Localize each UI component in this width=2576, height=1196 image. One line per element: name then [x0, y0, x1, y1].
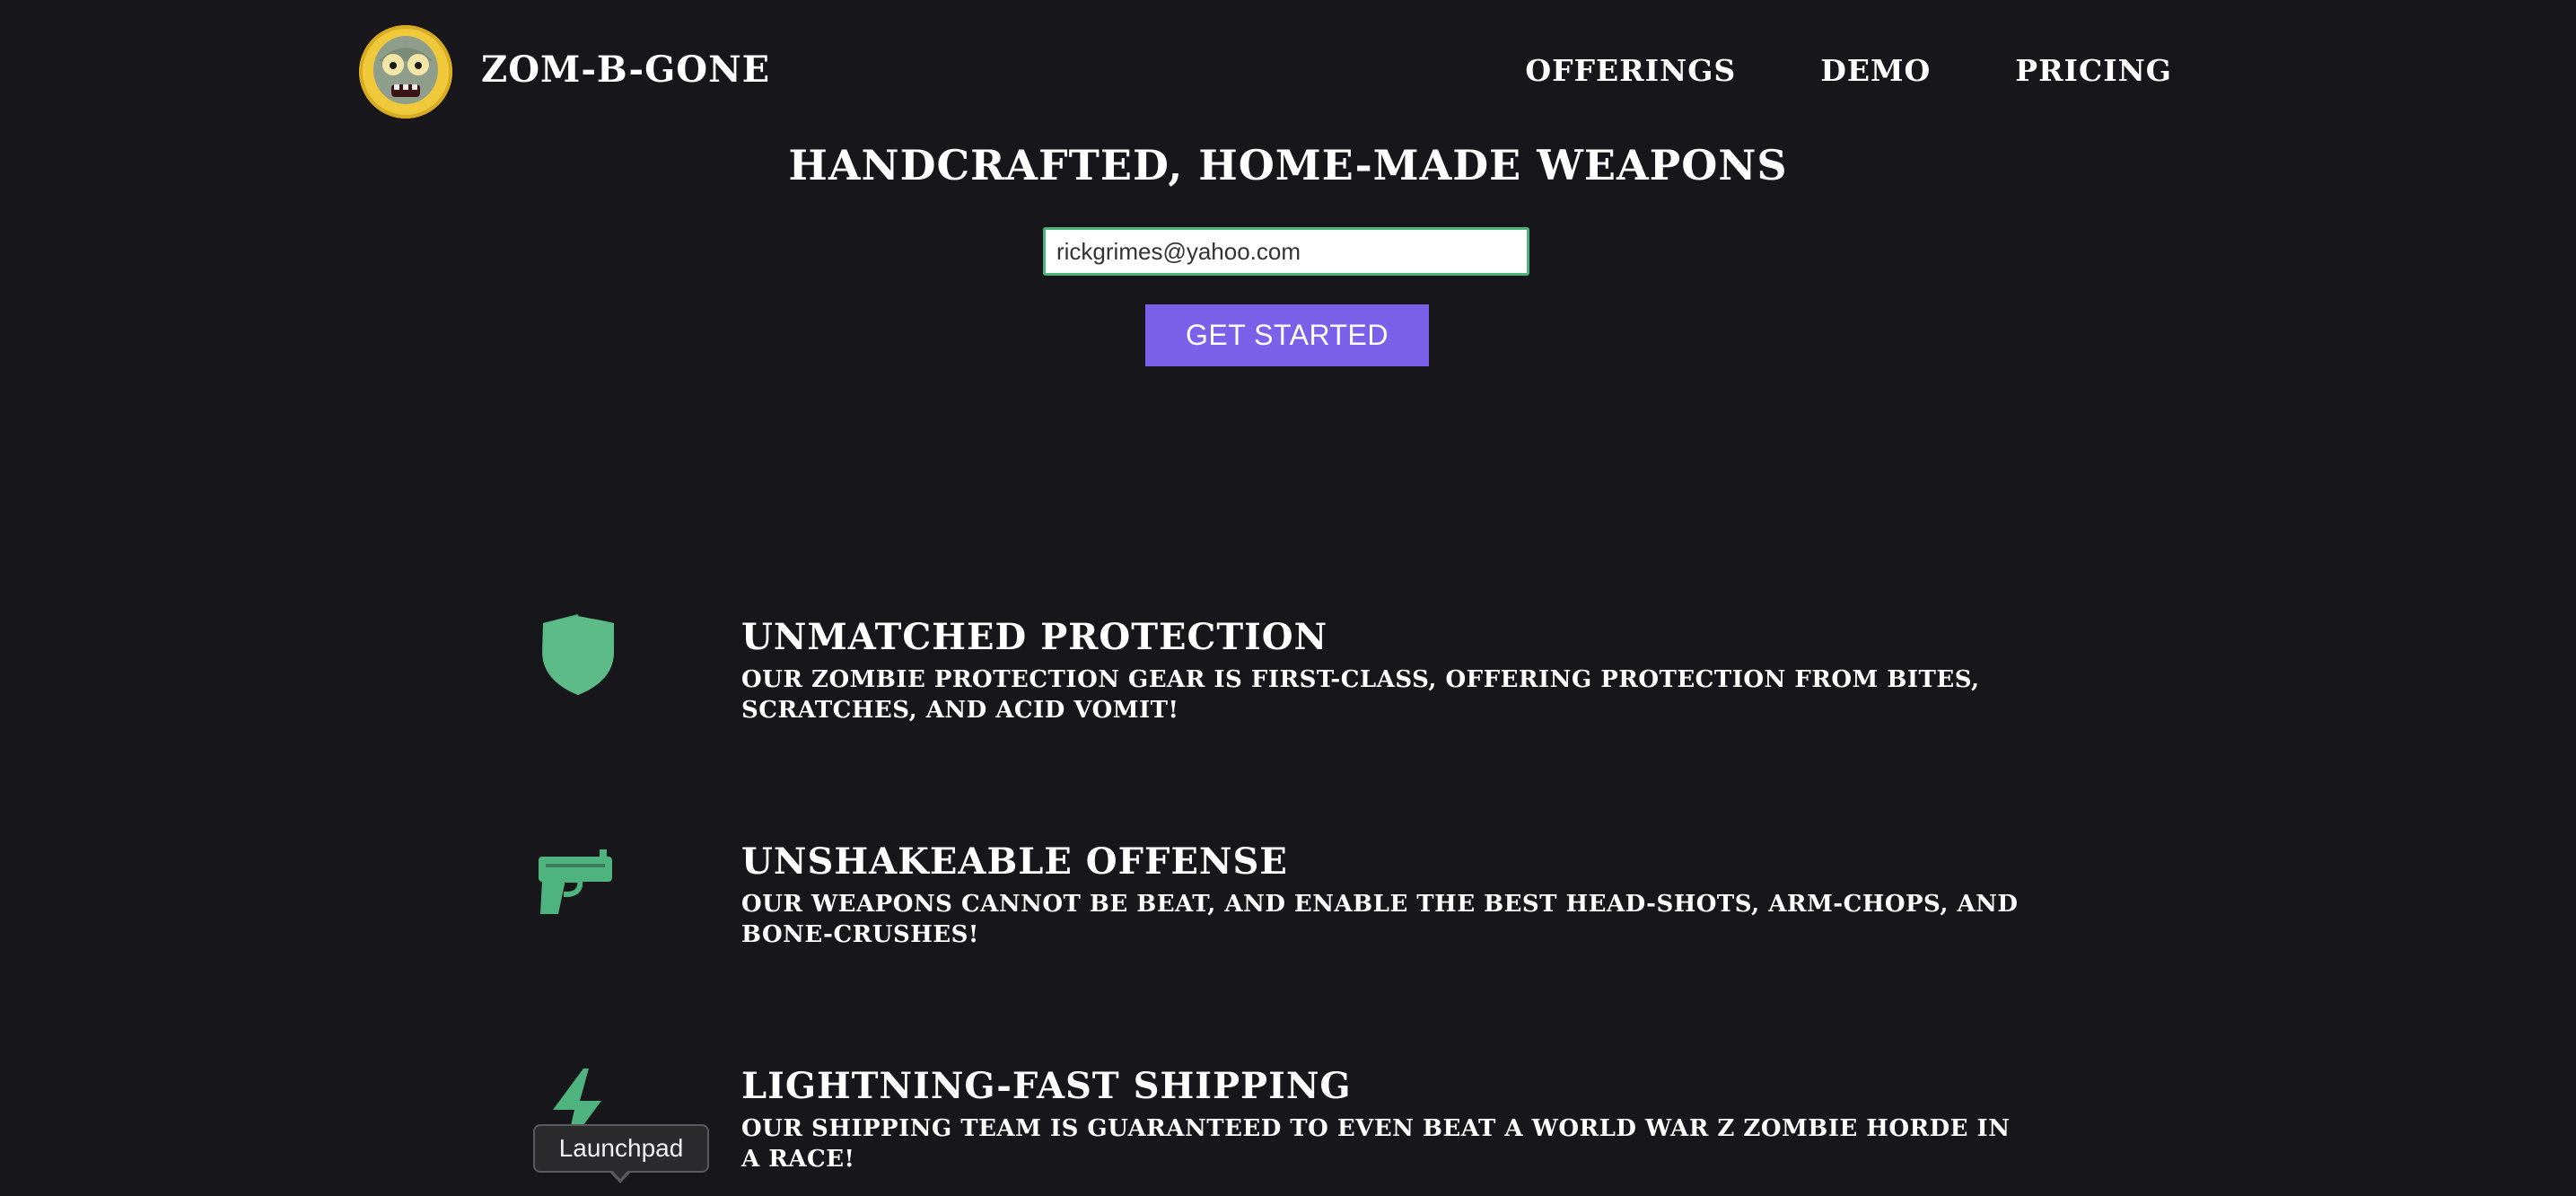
feature-title: UNSHAKEABLE OFFENSE [741, 840, 1288, 883]
email-input[interactable] [1043, 227, 1529, 276]
site-header: ZOM-B-GONE OFFERINGS DEMO PRICING [359, 25, 2172, 119]
feature-offense: UNSHAKEABLE OFFENSE OUR WEAPONS CANNOT B… [530, 839, 2055, 982]
nav-offerings[interactable]: OFFERINGS [1525, 47, 1736, 95]
shield-icon [530, 614, 628, 704]
hero-title: HANDCRAFTED, HOME-MADE WEAPONS [788, 141, 1788, 189]
get-started-button[interactable]: GET STARTED [1145, 304, 1429, 366]
feature-protection: UNMATCHED PROTECTION OUR ZOMBIE PROTECTI… [530, 614, 2055, 758]
nav-demo[interactable]: DEMO [1820, 47, 1931, 95]
main-nav: OFFERINGS DEMO PRICING [1525, 47, 2172, 95]
nav-pricing[interactable]: PRICING [2015, 47, 2172, 95]
brand-name[interactable]: ZOM-B-GONE [481, 45, 770, 95]
feature-shipping: LIGHTNING-FAST SHIPPING OUR SHIPPING TEA… [530, 1063, 2055, 1196]
feature-title: LIGHTNING-FAST SHIPPING [741, 1065, 1352, 1107]
landing-page: ZOM-B-GONE OFFERINGS DEMO PRICING HANDCR… [0, 0, 2576, 1196]
feature-description: OUR SHIPPING TEAM IS GUARANTEED TO EVEN … [741, 1115, 2011, 1173]
feature-title: UNMATCHED PROTECTION [741, 616, 1328, 658]
tooltip-arrow-inner [611, 1169, 629, 1179]
feature-description: OUR ZOMBIE PROTECTION GEAR IS FIRST-CLAS… [741, 666, 1980, 724]
gun-icon [530, 839, 628, 928]
zombie-head-icon[interactable] [359, 25, 452, 119]
feature-description: OUR WEAPONS CANNOT BE BEAT, AND ENABLE T… [741, 891, 2019, 948]
launchpad-tooltip: Launchpad [533, 1124, 709, 1173]
